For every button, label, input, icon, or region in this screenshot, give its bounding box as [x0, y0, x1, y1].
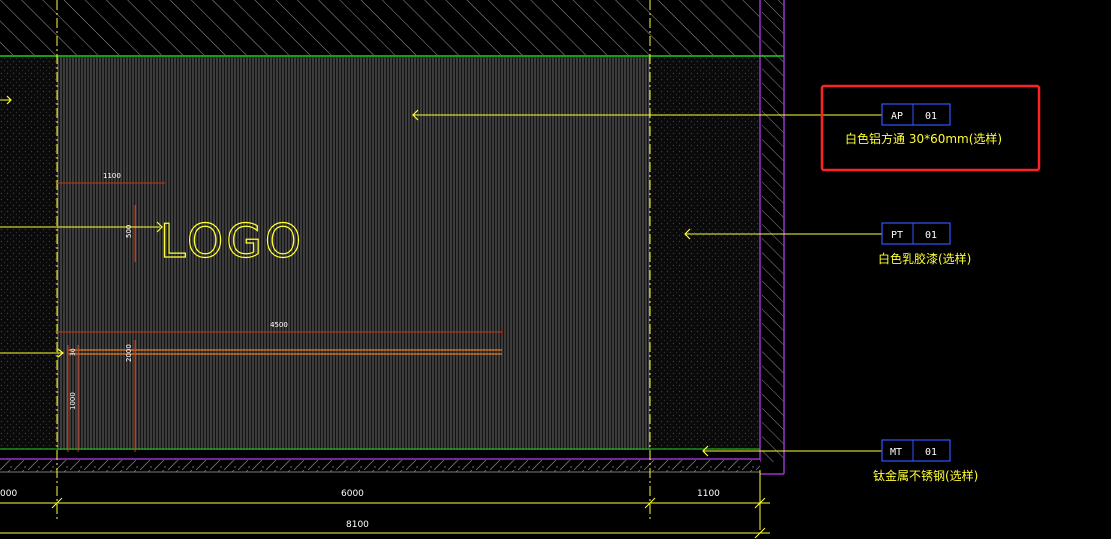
floor-strip	[0, 460, 760, 472]
dim-logo-width-label: 1100	[103, 172, 121, 180]
material-tag-pt[interactable]: PT 01	[881, 222, 951, 245]
right-wall-section	[762, 0, 784, 462]
material-tag-ap[interactable]: AP 01	[881, 103, 951, 126]
dim-bottom-center-label: 6000	[341, 489, 364, 499]
tag-ap-num: 01	[925, 111, 937, 122]
dim-band-height-label: 2000	[125, 344, 133, 362]
tag-mt-description: 钛金属不锈钢(选样)	[873, 468, 978, 483]
tag-pt-num: 01	[925, 230, 937, 241]
left-wall-panel	[0, 57, 57, 450]
ceiling-hatch	[0, 0, 760, 55]
tag-pt-code: PT	[891, 230, 903, 241]
dim-overall-label: 8100	[346, 520, 369, 530]
tag-mt-code: MT	[890, 447, 902, 458]
tag-pt-description: 白色乳胶漆(选样)	[878, 251, 971, 266]
cad-drawing-canvas[interactable]: LOGO 1100 500 4500 2000 30 1000 AP 01 白色…	[0, 0, 1111, 539]
tag-mt-num: 01	[925, 447, 937, 458]
tag-ap-code: AP	[891, 111, 903, 122]
dim-bottom-left-label: 000	[0, 489, 17, 499]
logo-text: LOGO	[160, 214, 304, 268]
aluminium-tube-panel	[57, 57, 650, 450]
highlight-box	[820, 84, 1041, 172]
dim-lower-height-label: 1000	[69, 392, 77, 410]
painted-wall-panel	[650, 57, 760, 450]
dim-band-width-label: 4500	[270, 321, 288, 329]
tag-ap-description: 白色铝方通 30*60mm(选样)	[845, 131, 1002, 146]
dim-small-label: 30	[70, 348, 77, 356]
dim-bottom-right-label: 1100	[697, 489, 720, 499]
material-tag-mt[interactable]: MT 01	[881, 439, 951, 462]
